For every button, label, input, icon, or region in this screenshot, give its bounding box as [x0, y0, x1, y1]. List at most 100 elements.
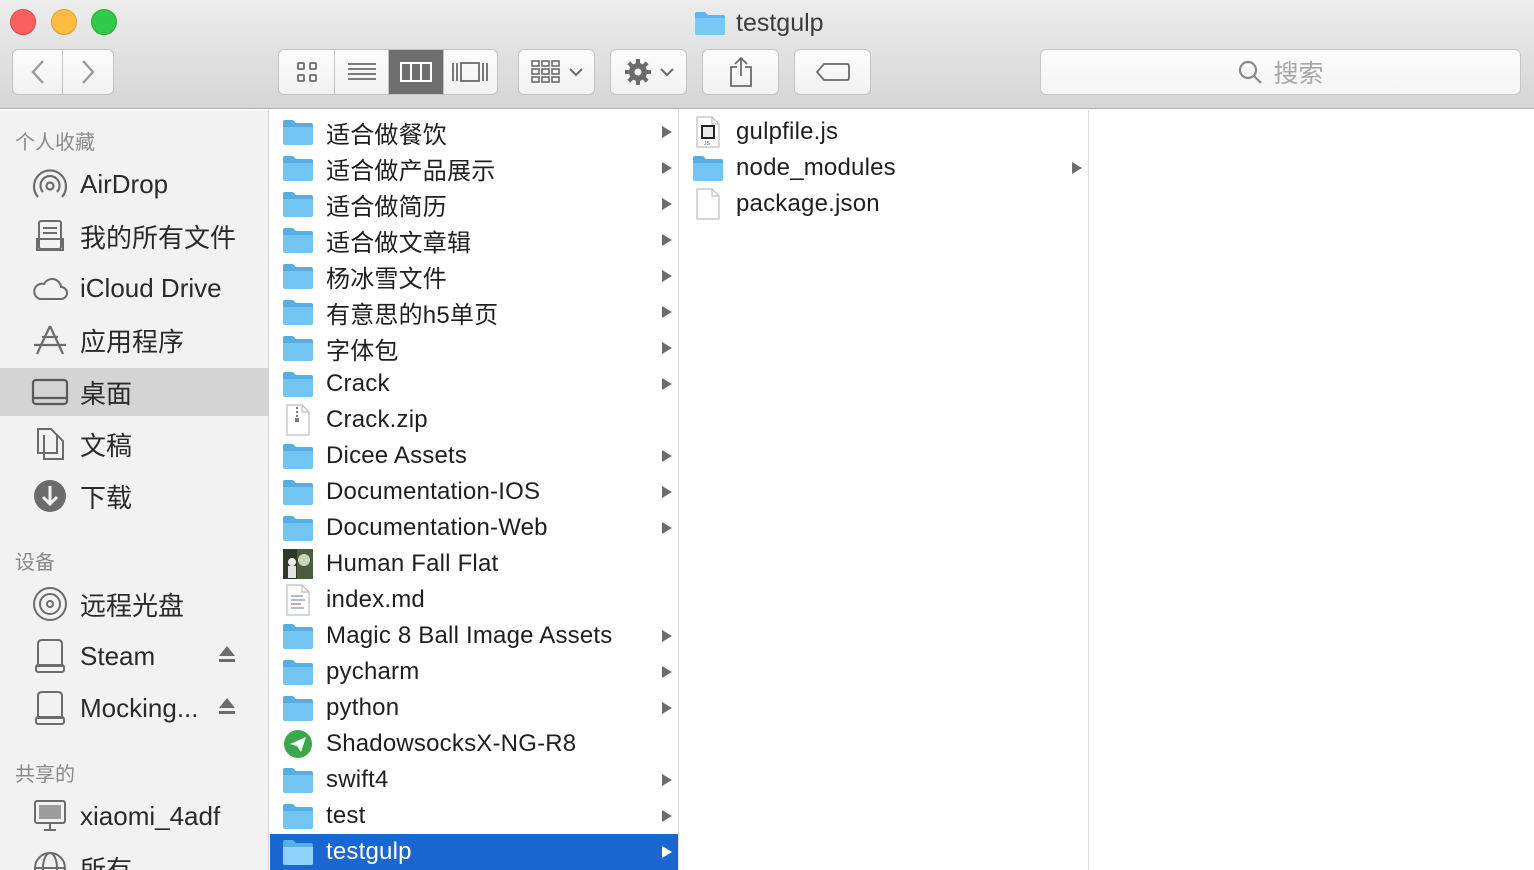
- file-name: 适合做文章辑: [326, 229, 472, 257]
- file-name: Crack.zip: [326, 406, 428, 433]
- disclosure-arrow-icon: [662, 630, 672, 642]
- file-name: Dicee Assets: [326, 442, 468, 469]
- column-view-button[interactable]: [389, 50, 444, 94]
- cover-flow-icon: [452, 62, 489, 82]
- sidebar-item-applications[interactable]: 应用程序: [0, 316, 268, 364]
- zip-file-icon: [282, 404, 314, 436]
- sidebar-item-documents[interactable]: 文稿: [0, 420, 268, 468]
- sidebar-item-icloud-drive[interactable]: iCloud Drive: [0, 264, 268, 312]
- file-row[interactable]: 杨冰雪文件: [270, 258, 678, 294]
- gear-icon: [624, 59, 651, 85]
- file-row[interactable]: Human Fall Flat: [270, 546, 678, 582]
- documents-icon: [30, 426, 70, 462]
- file-row[interactable]: 适合做餐饮: [270, 114, 678, 150]
- file-row[interactable]: Magic 8 Ball Image Assets: [270, 618, 678, 654]
- file-row[interactable]: testgulp: [270, 834, 678, 870]
- file-row[interactable]: Crack: [270, 366, 678, 402]
- sidebar-item-desktop[interactable]: 桌面: [0, 368, 268, 416]
- file-row[interactable]: node_modules: [680, 150, 1088, 186]
- disclosure-arrow-icon: [662, 666, 672, 678]
- folder-icon: [282, 189, 314, 219]
- disclosure-arrow-icon: [662, 234, 672, 246]
- file-name: package.json: [736, 190, 880, 217]
- file-row[interactable]: Dicee Assets: [270, 438, 678, 474]
- sidebar-item-mocking[interactable]: Mocking...: [0, 684, 268, 732]
- chevron-left-icon: [30, 60, 44, 84]
- file-row[interactable]: 适合做简历: [270, 186, 678, 222]
- cover-flow-view-button[interactable]: [444, 50, 498, 94]
- chevron-down-icon: [568, 68, 583, 77]
- forward-button[interactable]: [63, 50, 113, 94]
- disclosure-arrow-icon: [662, 810, 672, 822]
- file-row[interactable]: Documentation-Web: [270, 510, 678, 546]
- sidebar-item-airdrop[interactable]: AirDrop: [0, 160, 268, 208]
- file-row[interactable]: 适合做产品展示: [270, 150, 678, 186]
- section-favorites-title: 个人收藏: [15, 132, 95, 154]
- file-row[interactable]: Documentation-IOS: [270, 474, 678, 510]
- folder-icon: [695, 12, 725, 35]
- desktop-column: 适合做餐饮 适合做产品展示 适合做简历 适合做文章辑 杨冰雪文件 有意思的h5单页 字体包 C…: [270, 110, 679, 870]
- sidebar-item-steam[interactable]: Steam: [0, 632, 268, 680]
- sidebar-item-xiaomi[interactable]: xiaomi_4adf: [0, 792, 268, 840]
- file-name: Human Fall Flat: [326, 550, 499, 577]
- file-row[interactable]: pycharm: [270, 654, 678, 690]
- columns-icon: [399, 62, 432, 82]
- file-row[interactable]: 字体包: [270, 330, 678, 366]
- file-name: pycharm: [326, 658, 420, 685]
- testgulp-column: JS gulpfile.js node_modules package.json: [680, 110, 1089, 870]
- back-button[interactable]: [13, 50, 64, 94]
- icon-view-button[interactable]: [279, 50, 336, 94]
- arrange-button[interactable]: [518, 49, 595, 95]
- disclosure-arrow-icon: [662, 198, 672, 210]
- disclosure-arrow-icon: [662, 126, 672, 138]
- action-menu-button[interactable]: [610, 49, 687, 95]
- file-name: node_modules: [736, 154, 896, 181]
- file-row[interactable]: 适合做文章辑: [270, 222, 678, 258]
- list-view-button[interactable]: [335, 50, 389, 94]
- file-row[interactable]: Crack.zip: [270, 402, 678, 438]
- grid-icon: [296, 62, 317, 82]
- file-name: 有意思的h5单页: [326, 301, 499, 329]
- minimize-window-button[interactable]: [51, 9, 77, 35]
- arrange-grid-icon: [530, 60, 560, 83]
- folder-icon: [282, 621, 314, 651]
- file-row[interactable]: test: [270, 798, 678, 834]
- all-files-icon: [30, 218, 70, 254]
- sidebar-item-remote-disc[interactable]: 远程光盘: [0, 580, 268, 628]
- eject-icon[interactable]: [217, 696, 237, 716]
- file-row[interactable]: python: [270, 690, 678, 726]
- eject-icon[interactable]: [217, 644, 237, 664]
- folder-icon: [282, 225, 314, 255]
- list-icon: [347, 63, 376, 80]
- sidebar-item-downloads[interactable]: 下载: [0, 472, 268, 520]
- file-name: 杨冰雪文件: [326, 265, 447, 293]
- file-row[interactable]: 有意思的h5单页: [270, 294, 678, 330]
- file-row[interactable]: index.md: [270, 582, 678, 618]
- empty-column: [1090, 110, 1534, 870]
- file-name: index.md: [326, 586, 425, 613]
- file-name: testgulp: [326, 838, 412, 865]
- sidebar-item-all-files[interactable]: 我的所有文件: [0, 212, 268, 260]
- applications-icon: [30, 322, 70, 358]
- drive-icon: [30, 638, 70, 674]
- share-button[interactable]: [702, 49, 779, 95]
- folder-icon: [282, 261, 314, 291]
- folder-icon: [282, 765, 314, 795]
- file-name: python: [326, 694, 400, 721]
- disclosure-arrow-icon: [1072, 162, 1082, 174]
- file-row[interactable]: swift4: [270, 762, 678, 798]
- close-window-button[interactable]: [10, 9, 36, 35]
- disc-icon: [30, 586, 70, 622]
- disclosure-arrow-icon: [662, 486, 672, 498]
- file-row[interactable]: JS gulpfile.js: [680, 114, 1088, 150]
- zoom-window-button[interactable]: [91, 9, 117, 35]
- paper-plane-app-icon: [282, 729, 314, 759]
- tags-button[interactable]: [794, 49, 871, 95]
- sidebar-item-all-shared[interactable]: 所有: [0, 844, 268, 870]
- search-field[interactable]: 搜索: [1040, 49, 1521, 95]
- script-file-icon: JS: [692, 116, 724, 148]
- file-name: Documentation-IOS: [326, 478, 541, 505]
- file-row[interactable]: package.json: [680, 186, 1088, 222]
- airdrop-icon: [30, 166, 70, 202]
- file-row[interactable]: ShadowsocksX-NG-R8: [270, 726, 678, 762]
